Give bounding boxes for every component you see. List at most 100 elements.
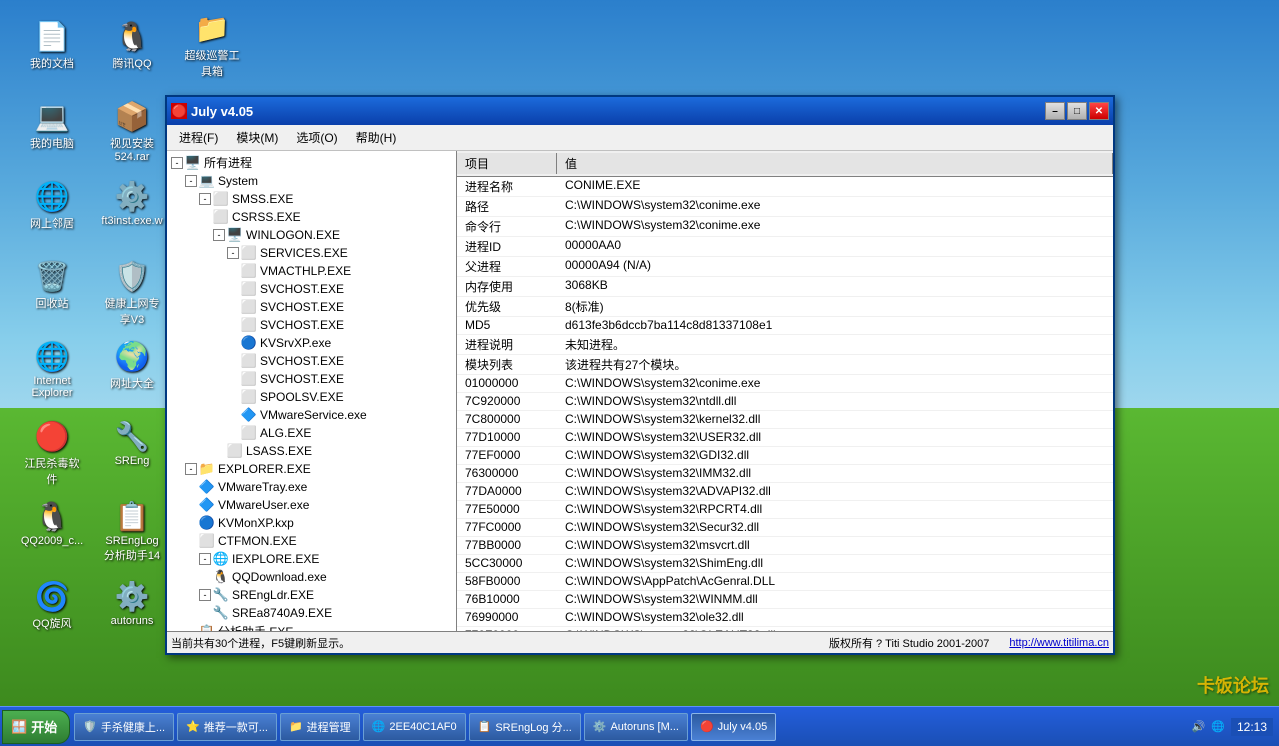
window-title: July v4.05 [191, 104, 1041, 119]
taskbar-item[interactable]: 🌐2EE40C1AF0 [363, 713, 466, 741]
tree-node-system[interactable]: - 💻 System [169, 172, 454, 190]
kvsrvxp-icon: 🔵 [241, 335, 257, 351]
desktop-icon-ft3inst[interactable]: ⚙️ ft3inst.exe.w [96, 176, 168, 231]
tree-node-vmwaretray[interactable]: 🔷 VMwareTray.exe [169, 478, 454, 496]
services-toggle[interactable]: - [227, 247, 239, 259]
taskbar-item[interactable]: 🔴July v4.05 [691, 713, 776, 741]
tree-node-svchost3[interactable]: ⬜ SVCHOST.EXE [169, 316, 454, 334]
desktop-icon-qqxuanfeng[interactable]: 🌀 QQ旋风 [16, 576, 88, 635]
lsass-icon: ⬜ [227, 443, 243, 459]
detail-value: C:\WINDOWS\system32\USER32.dll [557, 429, 1113, 446]
menu-options[interactable]: 选项(O) [288, 127, 345, 148]
maximize-button[interactable]: □ [1067, 102, 1087, 120]
taskbar-item[interactable]: 🛡️手杀健康上... [74, 713, 174, 741]
csrss-icon: ⬜ [213, 209, 229, 225]
minimize-button[interactable]: – [1045, 102, 1065, 120]
details-row: 77EF0000C:\WINDOWS\system32\GDI32.dll [457, 447, 1113, 465]
online-home-icon: 🌐 [36, 180, 68, 212]
smss-icon: ⬜ [213, 191, 229, 207]
menu-help[interactable]: 帮助(H) [348, 127, 405, 148]
tree-node-kvsrvxp[interactable]: 🔵 KVSrvXP.exe [169, 334, 454, 352]
desktop-icon-visual-install[interactable]: 📦 视见安装524.rar [96, 96, 168, 167]
detail-key: 模块列表 [457, 355, 557, 374]
tree-node-analyze[interactable]: 📋 分析助手.EXE [169, 622, 454, 631]
winlogon-toggle[interactable]: - [213, 229, 225, 241]
detail-key: 进程说明 [457, 335, 557, 354]
details-row: MD5d613fe3b6dccb7ba114c8d81337108e1 [457, 317, 1113, 335]
tree-node-svchost5[interactable]: ⬜ SVCHOST.EXE [169, 370, 454, 388]
tree-node-csrss[interactable]: ⬜ CSRSS.EXE [169, 208, 454, 226]
detail-value: C:\WINDOWS\system32\Secur32.dll [557, 519, 1113, 536]
system-toggle[interactable]: - [185, 175, 197, 187]
tree-node-vmacthlp[interactable]: ⬜ VMACTHLP.EXE [169, 262, 454, 280]
smss-toggle[interactable]: - [199, 193, 211, 205]
desktop-icon-autoruns[interactable]: ⚙️ autoruns [96, 576, 168, 631]
tree-node-vmwareservice[interactable]: 🔷 VMwareService.exe [169, 406, 454, 424]
start-button[interactable]: 🪟 开始 [2, 710, 70, 744]
desktop-icon-jiangmin[interactable]: 🔴 江民杀毒软件 [16, 416, 88, 491]
taskbar-item-label: Autoruns [M... [610, 721, 678, 733]
detail-key: 01000000 [457, 375, 557, 392]
tree-node-services[interactable]: - ⬜ SERVICES.EXE [169, 244, 454, 262]
details-body: 进程名称CONIME.EXE路径C:\WINDOWS\system32\coni… [457, 177, 1113, 631]
detail-key: 76990000 [457, 609, 557, 626]
desktop-icon-my-computer[interactable]: 💻 我的电脑 [16, 96, 88, 155]
tree-node-smss[interactable]: - ⬜ SMSS.EXE [169, 190, 454, 208]
tree-node-lsass[interactable]: ⬜ LSASS.EXE [169, 442, 454, 460]
taskbar-item[interactable]: 📋SREngLog 分... [469, 713, 581, 741]
july-window: 🔴 July v4.05 – □ ✕ 进程(F) 模块(M) 选项(O) 帮助(… [165, 95, 1115, 655]
desktop-icon-qq2009[interactable]: 🐧 QQ2009_c... [16, 496, 88, 551]
start-icon: 🪟 [11, 719, 27, 735]
tree-panel[interactable]: - 🖥️ 所有进程 - 💻 System - ⬜ SMSS.EXE [167, 151, 457, 631]
desktop-icon-recycle[interactable]: 🗑️ 回收站 [16, 256, 88, 315]
window-content: - 🖥️ 所有进程 - 💻 System - ⬜ SMSS.EXE [167, 151, 1113, 631]
detail-value: 8(标准) [557, 297, 1113, 316]
status-url[interactable]: http://www.titilima.cn [1009, 637, 1109, 649]
taskbar-item[interactable]: 📁进程管理 [280, 713, 360, 741]
tree-node-alg[interactable]: ⬜ ALG.EXE [169, 424, 454, 442]
tree-node-explorer[interactable]: - 📁 EXPLORER.EXE [169, 460, 454, 478]
taskbar-item[interactable]: ⚙️Autoruns [M... [584, 713, 688, 741]
srengldr-toggle[interactable]: - [199, 589, 211, 601]
tree-node-svchost1[interactable]: ⬜ SVCHOST.EXE [169, 280, 454, 298]
detail-key: 父进程 [457, 257, 557, 276]
tree-node-vmwareuser[interactable]: 🔷 VMwareUser.exe [169, 496, 454, 514]
desktop-icon-health-net[interactable]: 🛡️ 健康上网专享V3 [96, 256, 168, 331]
vmwareuser-icon: 🔷 [199, 497, 215, 513]
tree-node-iexplore[interactable]: - 🌐 IEXPLORE.EXE [169, 550, 454, 568]
detail-value: 未知进程。 [557, 335, 1113, 354]
desktop-icon-online-home[interactable]: 🌐 网上邻居 [16, 176, 88, 235]
desktop-icon-my-docs[interactable]: 📄 我的文档 [16, 16, 88, 75]
desktop-icon-tencent-qq[interactable]: 🐧 腾讯QQ [96, 16, 168, 75]
tree-node-qqdownload[interactable]: 🐧 QQDownload.exe [169, 568, 454, 586]
tree-node-svchost2[interactable]: ⬜ SVCHOST.EXE [169, 298, 454, 316]
tree-node-srengldr[interactable]: - 🔧 SREngLdr.EXE [169, 586, 454, 604]
tree-node-sre[interactable]: 🔧 SREa8740A9.EXE [169, 604, 454, 622]
iexplore-toggle[interactable]: - [199, 553, 211, 565]
detail-key: 进程名称 [457, 177, 557, 196]
desktop-icon-super-patrol[interactable]: 📁 超级巡警工具箱 [176, 8, 248, 83]
close-button[interactable]: ✕ [1089, 102, 1109, 120]
menu-process[interactable]: 进程(F) [171, 127, 226, 148]
detail-value: C:\WINDOWS\system32\RPCRT4.dll [557, 501, 1113, 518]
tree-node-winlogon[interactable]: - 🖥️ WINLOGON.EXE [169, 226, 454, 244]
tree-node-svchost4[interactable]: ⬜ SVCHOST.EXE [169, 352, 454, 370]
details-row: 76B10000C:\WINDOWS\system32\WINMM.dll [457, 591, 1113, 609]
taskbar-item[interactable]: ⭐推荐一款可... [177, 713, 277, 741]
details-panel: 项目 值 进程名称CONIME.EXE路径C:\WINDOWS\system32… [457, 151, 1113, 631]
status-copy: 版权所有 ? Titi Studio 2001-2007 [829, 635, 989, 651]
explorer-toggle[interactable]: - [185, 463, 197, 475]
tree-node-ctfmon[interactable]: ⬜ CTFMON.EXE [169, 532, 454, 550]
tree-node-kvmonxp[interactable]: 🔵 KVMonXP.kxp [169, 514, 454, 532]
desktop-icon-wangzhi[interactable]: 🌍 网址大全 [96, 336, 168, 395]
desktop-icon-sreng[interactable]: 🔧 SREng [96, 416, 168, 471]
tree-root[interactable]: - 🖥️ 所有进程 [169, 153, 454, 172]
desktop-icon-srenglog[interactable]: 📋 SREngLog 分析助手14 [96, 496, 168, 567]
menu-module[interactable]: 模块(M) [228, 127, 286, 148]
desktop-icon-ie[interactable]: 🌐 Internet Explorer [16, 336, 88, 403]
tree-root-toggle[interactable]: - [171, 157, 183, 169]
details-row: 77FC0000C:\WINDOWS\system32\Secur32.dll [457, 519, 1113, 537]
taskbar-item-icon: 🛡️ [83, 720, 97, 733]
visual-install-icon: 📦 [116, 100, 148, 132]
tree-node-spoolsv[interactable]: ⬜ SPOOLSV.EXE [169, 388, 454, 406]
